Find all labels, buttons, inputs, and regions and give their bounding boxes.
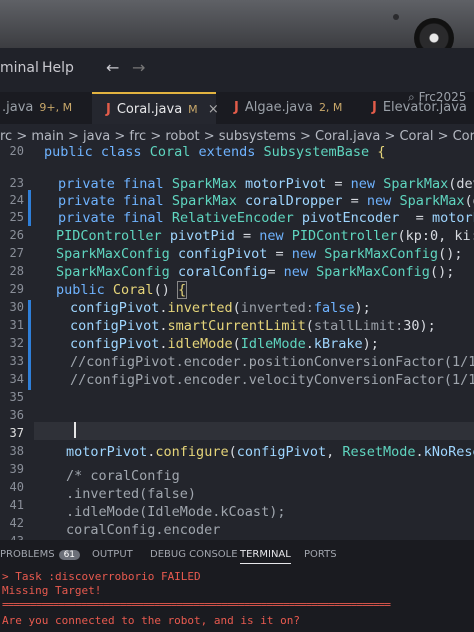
line-number: 27	[9, 246, 24, 260]
problems-count-badge: 61	[58, 550, 81, 560]
terminal-line: Missing Target!	[2, 584, 102, 597]
tab-previous-java[interactable]: .java 9+, M	[0, 92, 88, 124]
java-file-icon: J	[234, 100, 239, 115]
code-line-comment: .idleMode(IdleMode.kCoast);	[66, 504, 286, 520]
java-file-icon: J	[372, 100, 377, 115]
laptop-bezel	[0, 0, 474, 58]
line-number: 34	[9, 372, 24, 386]
line-number: 26	[9, 228, 24, 242]
code-line-field: SparkMaxConfig configPivot = new SparkMa…	[56, 246, 463, 262]
code-line-field: SparkMaxConfig coralConfig= new SparkMax…	[56, 264, 455, 280]
line-number: 37	[9, 426, 24, 440]
line-number: 28	[9, 264, 24, 278]
tab-algae-java[interactable]: J Algae.java 2, M	[234, 92, 352, 124]
code-line-field: private final SparkMax motorPivot = new …	[58, 176, 474, 192]
line-number: 33	[9, 354, 24, 368]
menu-help[interactable]: Help	[42, 60, 74, 76]
line-number: 41	[9, 498, 24, 512]
code-line-field: private final RelativeEncoder pivotEncod…	[58, 210, 474, 226]
forward-arrow-icon[interactable]: →	[132, 58, 145, 77]
code-line-constructor: public Coral() {	[56, 281, 188, 299]
code-line-statement: motorPivot.configure(configPivot, ResetM…	[66, 444, 474, 460]
code-line-statement: configPivot.smartCurrentLimit(stallLimit…	[70, 318, 436, 334]
code-line-statement: configPivot.inverted(inverted:false);	[70, 300, 371, 316]
code-line-comment: /* coralConfig	[66, 468, 180, 484]
line-number: 39	[9, 462, 24, 476]
search-text: Frc2025	[418, 90, 467, 104]
code-line-field: private final SparkMax coralDropper = ne…	[58, 193, 474, 209]
tab-output[interactable]: OUTPUT	[92, 549, 133, 560]
line-number: 36	[9, 408, 24, 422]
search-icon: ⌕	[408, 90, 415, 104]
code-line-statement: configPivot.idleMode(IdleMode.kBrake);	[70, 336, 379, 352]
text-cursor	[74, 422, 76, 438]
line-number: 38	[9, 444, 24, 458]
tab-terminal[interactable]: TERMINAL	[240, 549, 291, 564]
tab-label: Algae.java	[244, 100, 313, 115]
menu-terminal[interactable]: minal	[0, 60, 39, 76]
line-number: 32	[9, 336, 24, 350]
line-number: 25	[9, 210, 24, 224]
close-icon[interactable]: ×	[208, 102, 219, 117]
terminal-line: ========================================…	[2, 598, 391, 611]
git-change-marker	[28, 190, 31, 226]
bottom-panel: PROBLEMS 61 OUTPUT DEBUG CONSOLE TERMINAL…	[0, 540, 474, 632]
code-editor[interactable]: 20 23 24 25 26 27 28 29 30 31 32 33 34 3…	[0, 144, 474, 548]
sensor-dot	[393, 14, 399, 20]
line-number: 40	[9, 480, 24, 494]
tab-problems[interactable]: PROBLEMS 61	[0, 549, 81, 560]
code-line-field: PIDController pivotPid = new PIDControll…	[56, 228, 474, 244]
line-number: 20	[9, 144, 24, 158]
current-line-highlight	[34, 422, 474, 440]
panel-tabs: PROBLEMS 61 OUTPUT DEBUG CONSOLE TERMINAL…	[0, 540, 474, 566]
editor-tabs: .java 9+, M J Coral.java M × J Algae.java 2, …	[0, 90, 474, 126]
screen: minal Help ← → .java 9+, M J Coral.java M ×…	[0, 0, 474, 632]
search-box[interactable]: ⌕ Frc2025	[408, 90, 466, 105]
line-number: 42	[9, 516, 24, 530]
line-number: 31	[9, 318, 24, 332]
tab-label: PROBLEMS	[0, 549, 55, 560]
line-number: 35	[9, 390, 24, 404]
code-line-class: public class Coral extends SubsystemBase…	[44, 144, 386, 160]
code-line-comment: .inverted(false)	[66, 486, 197, 502]
code-line-comment: //configPivot.encoder.positionConversion…	[70, 354, 474, 370]
tab-label: .java	[2, 100, 34, 115]
line-number: 24	[9, 193, 24, 207]
back-arrow-icon[interactable]: ←	[106, 58, 119, 77]
line-number: 29	[9, 282, 24, 296]
tab-status: 9+, M	[39, 101, 73, 114]
tab-status: 2, M	[318, 101, 343, 114]
code-line-comment: //configPivot.encoder.velocityConversion…	[70, 372, 474, 388]
line-number: 30	[9, 300, 24, 314]
terminal-line: Are you connected to the robot, and is i…	[2, 614, 301, 627]
tab-coral-java[interactable]: J Coral.java M ×	[92, 92, 219, 126]
tab-ports[interactable]: PORTS	[304, 549, 337, 560]
tab-status: M	[188, 103, 198, 116]
menu-bar: minal Help ← →	[0, 48, 474, 92]
terminal-line: > Task :discoverroborio FAILED	[2, 570, 201, 583]
line-number: 23	[9, 176, 24, 190]
code-line-comment: coralConfig.encoder	[66, 522, 221, 538]
git-change-marker	[28, 300, 31, 390]
java-file-icon: J	[106, 102, 111, 117]
tab-debug-console[interactable]: DEBUG CONSOLE	[150, 549, 238, 560]
tab-label: Coral.java	[116, 102, 183, 117]
